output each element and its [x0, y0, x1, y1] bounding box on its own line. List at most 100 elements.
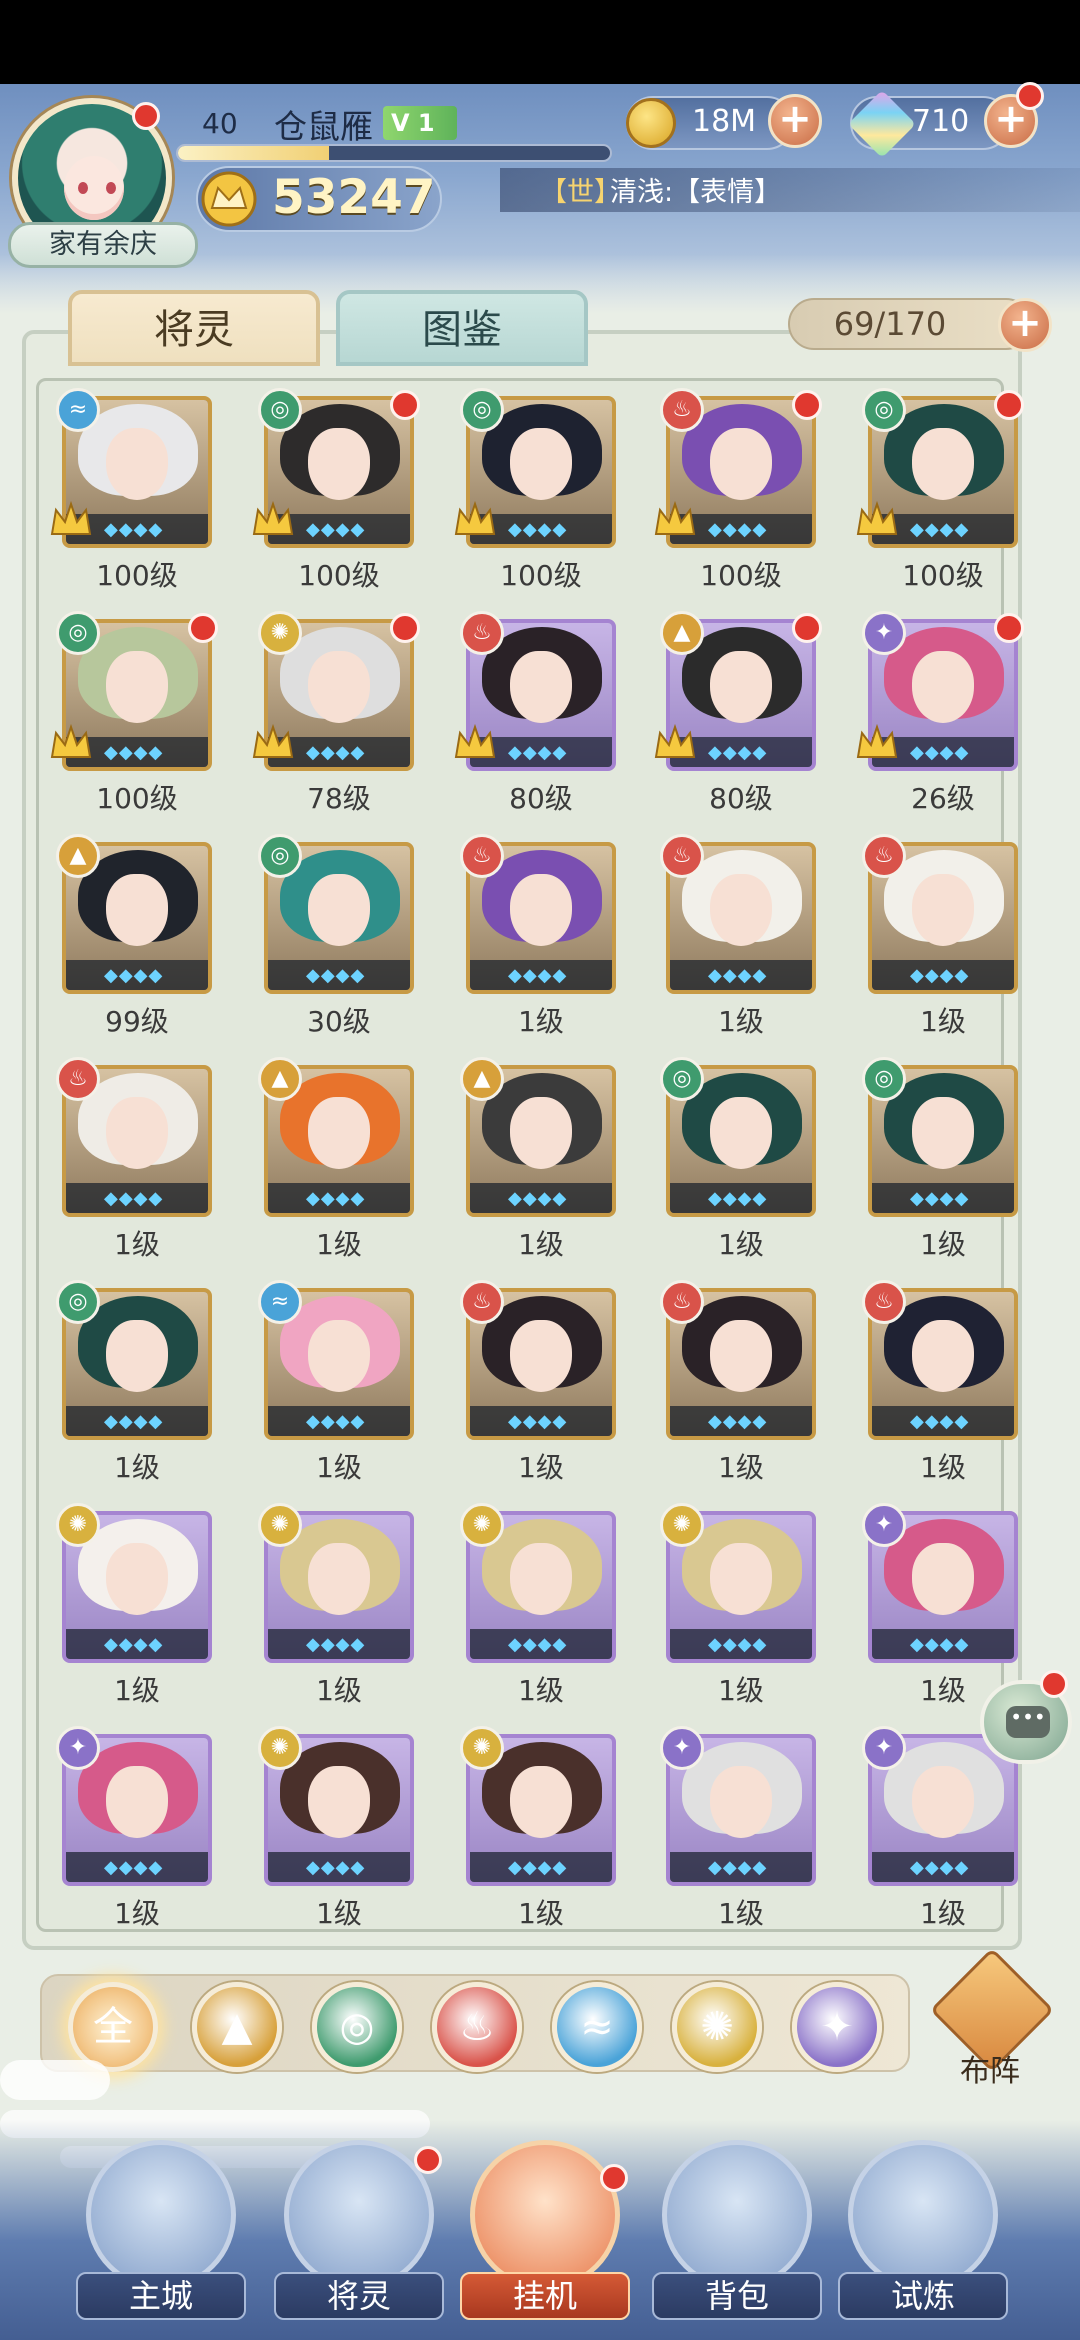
hero-face [710, 1766, 772, 1838]
element-light-icon: ✺ [258, 611, 302, 655]
hero-level: 1级 [518, 1674, 564, 1707]
awakened-crown-icon [654, 723, 696, 761]
element-water-icon: ≈ [56, 388, 100, 432]
hero-face [106, 1097, 168, 1169]
filter-earth-button[interactable]: ▲ [192, 1982, 282, 2072]
hero-face [912, 651, 974, 723]
hero-face [510, 874, 572, 946]
element-water-icon: ≈ [258, 1280, 302, 1324]
hero-level: 100级 [96, 559, 178, 592]
star-rating-icons: ◆◆◆◆ [104, 1188, 164, 1209]
player-level: 40 [202, 107, 238, 140]
star-rating-icons: ◆◆◆◆ [910, 1411, 970, 1432]
hero-face [912, 1543, 974, 1615]
card-notification-dot [994, 613, 1024, 643]
coin-amount: 18M [692, 104, 757, 139]
tab-heroes[interactable]: 将灵 [68, 290, 320, 366]
hero-level: 1级 [316, 1897, 362, 1930]
combat-power-icon [201, 171, 257, 227]
castle-icon [86, 2140, 236, 2290]
star-rating-icons: ◆◆◆◆ [104, 1857, 164, 1878]
nav-item-3[interactable]: 背包 [642, 2140, 832, 2320]
nav-label: 试炼 [838, 2272, 1008, 2320]
nav-notification-dot [414, 2146, 442, 2174]
awakened-crown-icon [454, 723, 496, 761]
avatar-notification-dot [132, 102, 160, 130]
awakened-crown-icon [252, 500, 294, 538]
hero-face [106, 1320, 168, 1392]
element-dark-icon: ✦ [862, 611, 906, 655]
formation-button[interactable]: 布阵 [929, 1947, 1055, 2092]
star-rating-icons: ◆◆◆◆ [508, 1188, 568, 1209]
star-rating-icons: ◆◆◆◆ [708, 1411, 768, 1432]
hero-level: 1级 [718, 1451, 764, 1484]
card-notification-dot [994, 390, 1024, 420]
element-wind-icon: ◎ [660, 1057, 704, 1101]
hero-level: 100级 [96, 782, 178, 815]
star-rating-icons: ◆◆◆◆ [708, 1857, 768, 1878]
element-earth-icon: ▲ [258, 1057, 302, 1101]
star-rating-icons: ◆◆◆◆ [910, 1634, 970, 1655]
hero-level: 100级 [500, 559, 582, 592]
star-rating-icons: ◆◆◆◆ [910, 742, 970, 763]
bag-icon [662, 2140, 812, 2290]
star-rating-icons: ◆◆◆◆ [306, 519, 366, 540]
element-dark-icon: ✦ [862, 1503, 906, 1547]
star-rating-icons: ◆◆◆◆ [910, 519, 970, 540]
hero-face [106, 1766, 168, 1838]
hero-level: 30级 [307, 1005, 371, 1038]
element-light-icon: ✺ [700, 2004, 734, 2050]
hero-level: 1级 [518, 1451, 564, 1484]
star-rating-icons: ◆◆◆◆ [104, 1634, 164, 1655]
filter-dark-button[interactable]: ✦ [792, 1982, 882, 2072]
filter-all-button[interactable]: 全 [68, 1982, 158, 2072]
nav-item-4[interactable]: 试炼 [828, 2140, 1018, 2320]
hero-face [510, 1097, 572, 1169]
filter-all-label: 全 [93, 2004, 133, 2050]
hero-face [106, 1543, 168, 1615]
filter-water-button[interactable]: ≈ [552, 1982, 642, 2072]
star-rating-icons: ◆◆◆◆ [306, 965, 366, 986]
awakened-crown-icon [454, 500, 496, 538]
hero-face [710, 1543, 772, 1615]
player-name: 仓鼠雁 [274, 107, 373, 146]
star-rating-icons: ◆◆◆◆ [508, 1634, 568, 1655]
expand-capacity-button[interactable]: + [998, 298, 1052, 352]
filter-fire-button[interactable]: ♨ [432, 1982, 522, 2072]
filter-wind-button[interactable]: ◎ [312, 1982, 402, 2072]
element-wind-icon: ◎ [339, 2004, 375, 2050]
element-fire-icon: ♨ [862, 1280, 906, 1324]
hero-face [912, 1766, 974, 1838]
nav-label: 背包 [652, 2272, 822, 2320]
hero-level: 1级 [920, 1228, 966, 1261]
star-rating-icons: ◆◆◆◆ [104, 742, 164, 763]
combat-power-value: 53247 [272, 170, 436, 225]
element-dark-icon: ✦ [862, 1726, 906, 1770]
awakened-crown-icon [50, 500, 92, 538]
element-wind-icon: ◎ [460, 388, 504, 432]
filter-light-button[interactable]: ✺ [672, 1982, 762, 2072]
star-rating-icons: ◆◆◆◆ [508, 519, 568, 540]
vip-badge[interactable]: V 1 [383, 106, 457, 140]
element-dark-icon: ✦ [660, 1726, 704, 1770]
tab-codex[interactable]: 图鉴 [336, 290, 588, 366]
hero-level: 1级 [920, 1005, 966, 1038]
swords-icon [470, 2140, 620, 2290]
element-fire-icon: ♨ [660, 388, 704, 432]
add-coins-button[interactable]: + [768, 94, 822, 148]
formation-label: 布阵 [960, 2054, 1020, 2089]
hero-level: 80级 [509, 782, 573, 815]
element-wind-icon: ◎ [862, 388, 906, 432]
element-earth-icon: ▲ [460, 1057, 504, 1101]
element-fire-icon: ♨ [460, 611, 504, 655]
hero-level: 1级 [518, 1005, 564, 1038]
star-rating-icons: ◆◆◆◆ [306, 1857, 366, 1878]
nav-item-0[interactable]: 主城 [66, 2140, 256, 2320]
element-dark-icon: ✦ [56, 1726, 100, 1770]
hero-face [106, 874, 168, 946]
hero-face [510, 1320, 572, 1392]
star-rating-icons: ◆◆◆◆ [708, 742, 768, 763]
gems-notification-dot [1016, 82, 1044, 110]
hero-face [308, 428, 370, 500]
element-light-icon: ✺ [460, 1503, 504, 1547]
